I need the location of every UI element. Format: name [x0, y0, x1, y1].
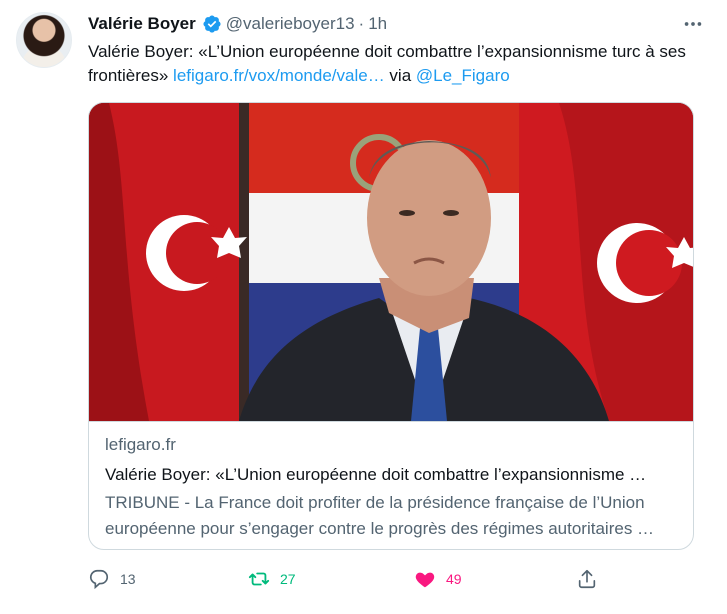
reply-button[interactable]: 13 — [88, 566, 136, 592]
tweet-actions: 13 27 49 — [88, 566, 608, 592]
like-count: 49 — [446, 571, 462, 587]
like-button[interactable]: 49 — [414, 566, 462, 592]
retweet-icon — [248, 572, 270, 586]
retweet-count: 27 — [280, 571, 296, 587]
author-handle[interactable]: @valerieboyer13 — [226, 12, 355, 36]
link-preview-card[interactable]: lefigaro.fr Valérie Boyer: «L’Union euro… — [88, 102, 694, 550]
share-icon — [578, 569, 596, 589]
card-description: TRIBUNE - La France doit profiter de la … — [105, 493, 655, 538]
card-meta[interactable]: lefigaro.fr Valérie Boyer: «L’Union euro… — [89, 421, 693, 549]
avatar[interactable] — [16, 12, 72, 68]
via-text: via — [384, 66, 416, 85]
author-display-name[interactable]: Valérie Boyer — [88, 12, 196, 36]
mention-link[interactable]: @Le_Figaro — [416, 66, 510, 85]
retweet-button[interactable]: 27 — [248, 566, 296, 592]
tweet: Valérie Boyer @valerieboyer13 · 1h Valér… — [0, 0, 727, 614]
separator-dot: · — [358, 14, 365, 33]
reply-count: 13 — [120, 571, 136, 587]
tweet-header: Valérie Boyer @valerieboyer13 · 1h — [88, 12, 387, 36]
verified-badge-icon — [202, 14, 222, 34]
share-button[interactable] — [576, 566, 598, 592]
reply-icon — [89, 569, 109, 590]
article-link[interactable]: lefigaro.fr/vox/monde/vale… — [173, 66, 385, 85]
more-options-icon[interactable] — [681, 14, 705, 34]
tweet-timestamp[interactable]: 1h — [368, 12, 387, 36]
card-title: Valérie Boyer: «L’Union européenne doit … — [105, 465, 647, 484]
heart-icon — [415, 572, 435, 588]
card-domain: lefigaro.fr — [105, 435, 176, 454]
tweet-text: Valérie Boyer: «L’Union européenne doit … — [88, 40, 708, 88]
card-image[interactable] — [89, 103, 693, 421]
